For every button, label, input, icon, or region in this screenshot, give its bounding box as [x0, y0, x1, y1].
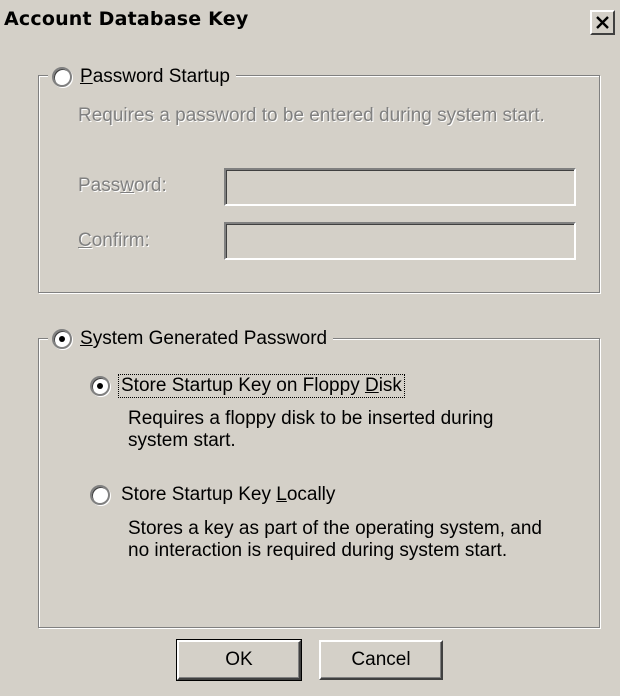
- window-title: Account Database Key: [4, 8, 249, 30]
- confirm-field[interactable]: [224, 222, 576, 260]
- password-startup-radio[interactable]: [52, 67, 72, 87]
- system-generated-label: System Generated Password: [80, 328, 328, 349]
- close-button[interactable]: [590, 10, 615, 35]
- floppy-label: Store Startup Key on Floppy Disk: [118, 374, 405, 398]
- ok-button[interactable]: OK: [176, 639, 302, 681]
- system-generated-legend: System Generated Password: [48, 326, 334, 352]
- local-label: Store Startup Key Locally: [121, 484, 336, 505]
- floppy-description: Requires a floppy disk to be inserted du…: [128, 408, 494, 451]
- password-startup-legend: Password Startup: [48, 64, 236, 90]
- password-startup-description: Requires a password to be entered during…: [78, 105, 545, 126]
- confirm-label: Confirm:: [78, 230, 150, 251]
- password-label: Password:: [78, 175, 167, 196]
- local-description: Stores a key as part of the operating sy…: [128, 518, 543, 561]
- local-radio[interactable]: [90, 485, 110, 505]
- floppy-radio[interactable]: [90, 376, 110, 396]
- title-bar: Account Database Key: [0, 0, 620, 40]
- local-option[interactable]: Store Startup Key Locally: [90, 484, 335, 506]
- password-field[interactable]: [224, 168, 576, 206]
- cancel-button[interactable]: Cancel: [319, 640, 443, 680]
- password-startup-label: Password Startup: [80, 66, 230, 87]
- floppy-option[interactable]: Store Startup Key on Floppy Disk: [90, 374, 405, 398]
- close-icon: [596, 16, 609, 29]
- system-generated-radio[interactable]: [52, 329, 72, 349]
